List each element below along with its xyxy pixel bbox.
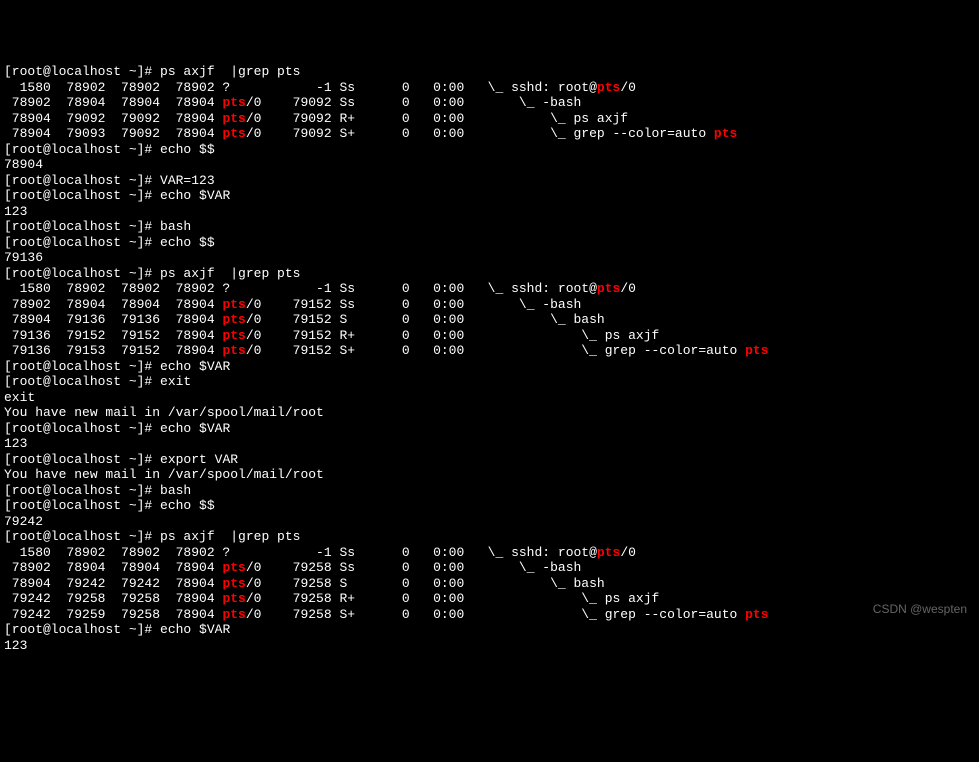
shell-prompt: [root@localhost ~]# [4, 173, 160, 188]
ps-row: 78902 78904 78904 78904 pts/0 79258 Ss 0… [4, 560, 975, 576]
shell-command[interactable]: ps axjf |grep pts [160, 64, 300, 79]
ps-row: 79136 79153 79152 78904 pts/0 79152 S+ 0… [4, 343, 975, 359]
output: 123 [4, 204, 975, 220]
ps-row: 78904 79136 79136 78904 pts/0 79152 S 0 … [4, 312, 975, 328]
shell-prompt: [root@localhost ~]# [4, 64, 160, 79]
ps-row: 78902 78904 78904 78904 pts/0 79092 Ss 0… [4, 95, 975, 111]
shell-command[interactable]: echo $$ [160, 235, 215, 250]
ps-row: 1580 78902 78902 78902 ? -1 Ss 0 0:00 \_… [4, 80, 975, 96]
shell-command[interactable]: echo $$ [160, 498, 215, 513]
shell-prompt: [root@localhost ~]# [4, 374, 160, 389]
output: exit [4, 390, 975, 406]
shell-command[interactable]: echo $VAR [160, 188, 230, 203]
shell-command[interactable]: VAR=123 [160, 173, 215, 188]
shell-command[interactable]: exit [160, 374, 191, 389]
output: 78904 [4, 157, 975, 173]
shell-prompt: [root@localhost ~]# [4, 219, 160, 234]
output: 123 [4, 638, 975, 654]
watermark: CSDN @wespten [873, 602, 967, 618]
ps-row: 1580 78902 78902 78902 ? -1 Ss 0 0:00 \_… [4, 281, 975, 297]
shell-prompt: [root@localhost ~]# [4, 498, 160, 513]
shell-prompt: [root@localhost ~]# [4, 235, 160, 250]
shell-command[interactable]: echo $VAR [160, 622, 230, 637]
ps-row: 78904 79242 79242 78904 pts/0 79258 S 0 … [4, 576, 975, 592]
shell-command[interactable]: echo $VAR [160, 421, 230, 436]
ps-row: 78904 79092 79092 78904 pts/0 79092 R+ 0… [4, 111, 975, 127]
shell-prompt: [root@localhost ~]# [4, 452, 160, 467]
output: You have new mail in /var/spool/mail/roo… [4, 405, 975, 421]
terminal-output: [root@localhost ~]# ps axjf |grep pts 15… [4, 64, 975, 653]
ps-row: 79242 79258 79258 78904 pts/0 79258 R+ 0… [4, 591, 975, 607]
shell-prompt: [root@localhost ~]# [4, 359, 160, 374]
shell-prompt: [root@localhost ~]# [4, 142, 160, 157]
shell-prompt: [root@localhost ~]# [4, 622, 160, 637]
shell-prompt: [root@localhost ~]# [4, 266, 160, 281]
output: 79136 [4, 250, 975, 266]
shell-command[interactable]: export VAR [160, 452, 238, 467]
shell-prompt: [root@localhost ~]# [4, 529, 160, 544]
ps-row: 79136 79152 79152 78904 pts/0 79152 R+ 0… [4, 328, 975, 344]
ps-row: 78902 78904 78904 78904 pts/0 79152 Ss 0… [4, 297, 975, 313]
shell-prompt: [root@localhost ~]# [4, 188, 160, 203]
shell-command[interactable]: bash [160, 483, 191, 498]
shell-prompt: [root@localhost ~]# [4, 483, 160, 498]
output: 123 [4, 436, 975, 452]
ps-row: 79242 79259 79258 78904 pts/0 79258 S+ 0… [4, 607, 975, 623]
ps-row: 1580 78902 78902 78902 ? -1 Ss 0 0:00 \_… [4, 545, 975, 561]
shell-command[interactable]: bash [160, 219, 191, 234]
shell-command[interactable]: echo $VAR [160, 359, 230, 374]
output: 79242 [4, 514, 975, 530]
shell-command[interactable]: echo $$ [160, 142, 215, 157]
shell-prompt: [root@localhost ~]# [4, 421, 160, 436]
shell-command[interactable]: ps axjf |grep pts [160, 266, 300, 281]
shell-command[interactable]: ps axjf |grep pts [160, 529, 300, 544]
output: You have new mail in /var/spool/mail/roo… [4, 467, 975, 483]
ps-row: 78904 79093 79092 78904 pts/0 79092 S+ 0… [4, 126, 975, 142]
